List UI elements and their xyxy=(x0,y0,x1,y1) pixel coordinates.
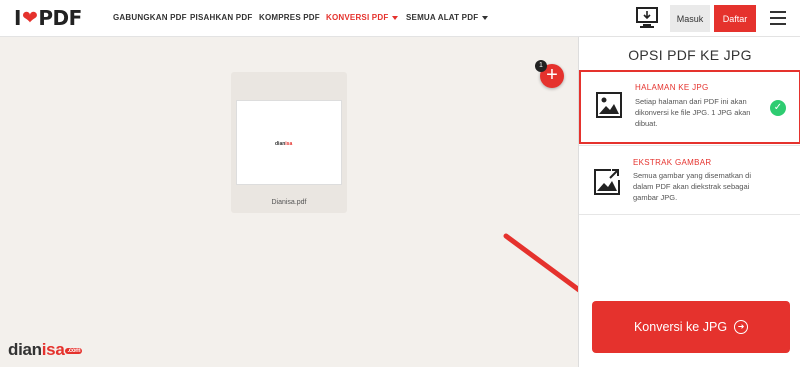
ilovepdf-logo[interactable]: I ❤ PDF xyxy=(14,6,82,30)
option-extract-images[interactable]: EKSTRAK GAMBAR Semua gambar yang disemat… xyxy=(579,145,800,215)
thumbnail-logo: dianisa xyxy=(275,141,293,147)
nav-convert-pdf[interactable]: KONVERSI PDF xyxy=(326,13,399,22)
convert-button-label: Konversi ke JPG xyxy=(633,320,728,334)
logo-suffix: PDF xyxy=(38,6,82,30)
option-title: EKSTRAK GAMBAR xyxy=(633,158,712,167)
option-title: HALAMAN KE JPG xyxy=(635,83,709,92)
file-thumbnail: dianisa xyxy=(236,100,342,185)
caret-down-icon xyxy=(392,15,399,20)
image-icon xyxy=(595,91,623,119)
nav-split-pdf[interactable]: PISAHKAN PDF xyxy=(190,13,252,22)
option-description: Semua gambar yang disematkan di dalam PD… xyxy=(633,171,751,202)
option-pages-to-jpg[interactable]: HALAMAN KE JPG Setiap halaman dari PDF i… xyxy=(579,70,800,144)
arrow-right-circle-icon: ➜ xyxy=(734,320,749,334)
heart-icon: ❤ xyxy=(21,7,38,29)
nav-convert-label: KONVERSI PDF xyxy=(326,13,389,22)
signup-button[interactable]: Daftar xyxy=(714,5,756,32)
nav-all-tools-label: SEMUA ALAT PDF xyxy=(406,13,479,22)
file-name: Dianisa.pdf xyxy=(271,199,307,206)
file-card[interactable]: dianisa Dianisa.pdf xyxy=(231,72,347,213)
caret-down-icon xyxy=(482,15,489,20)
nav-merge-pdf[interactable]: GABUNGKAN PDF xyxy=(113,13,187,22)
convert-to-jpg-button[interactable]: Konversi ke JPG ➜ xyxy=(592,301,790,353)
nav-all-tools[interactable]: SEMUA ALAT PDF xyxy=(406,13,489,22)
watermark-logo: dianisa .com xyxy=(8,340,83,359)
desktop-download-icon[interactable] xyxy=(634,6,660,30)
top-header: I ❤ PDF GABUNGKAN PDF PISAHKAN PDF KOMPR… xyxy=(0,0,800,37)
option-description: Setiap halaman dari PDF ini akan dikonve… xyxy=(635,97,751,128)
logo-prefix: I xyxy=(14,6,21,30)
file-count-badge: 1 xyxy=(535,60,547,72)
image-extract-icon xyxy=(593,168,621,196)
check-icon: ✓ xyxy=(770,100,786,116)
nav-compress-pdf[interactable]: KOMPRES PDF xyxy=(259,13,320,22)
options-panel: OPSI PDF KE JPG HALAMAN KE JPG Setiap ha… xyxy=(578,37,800,367)
panel-title: OPSI PDF KE JPG xyxy=(628,47,752,63)
login-button[interactable]: Masuk xyxy=(670,5,710,32)
hamburger-menu-icon[interactable] xyxy=(770,11,786,25)
